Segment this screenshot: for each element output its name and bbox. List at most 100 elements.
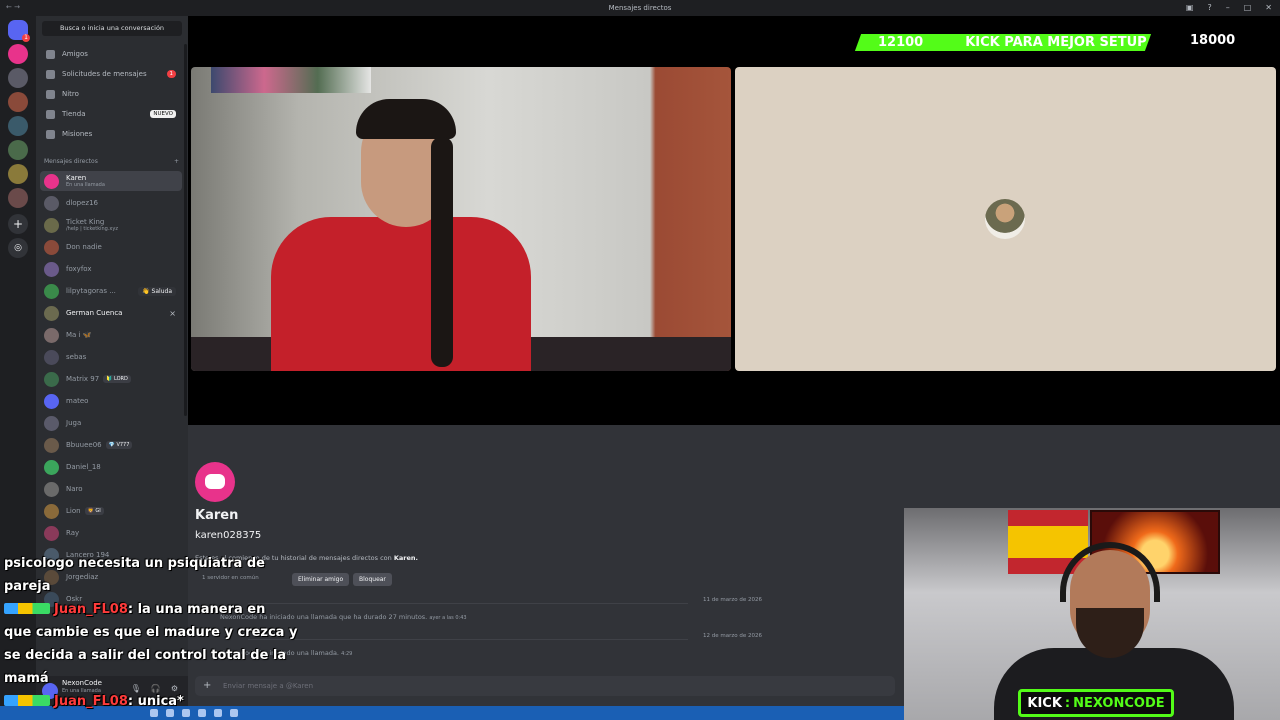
- mutual-servers[interactable]: 1 servidor en común: [202, 575, 259, 581]
- kick-goal-current: 12100: [878, 34, 924, 50]
- nitro-icon: [46, 89, 55, 99]
- user-avatar: [985, 199, 1025, 239]
- taskbar-app-icon[interactable]: [230, 709, 238, 717]
- dm-name: Matrix 97: [66, 375, 100, 383]
- guild-tag: 🔰 LORD: [103, 375, 131, 383]
- explore-icon[interactable]: ◎: [8, 238, 28, 258]
- microphone-icon[interactable]: 🎙: [131, 684, 141, 693]
- overlay-chat-line: Juan_FL08: unica*: [4, 694, 184, 709]
- chat-text: pareja: [4, 579, 51, 594]
- server-icon[interactable]: [8, 140, 28, 160]
- sidebar-scrollbar[interactable]: [184, 44, 187, 416]
- dm-item[interactable]: Naro: [40, 479, 182, 499]
- dm-item[interactable]: mateo: [40, 391, 182, 411]
- server-icon[interactable]: [8, 164, 28, 184]
- taskbar-app-icon[interactable]: [150, 709, 158, 717]
- headphones-icon[interactable]: 🎧: [151, 684, 161, 693]
- server-icon[interactable]: [8, 116, 28, 136]
- kick-channel-name: NEXONCODE: [1073, 695, 1165, 711]
- dm-item[interactable]: lilpytagoras ... 👋 Saluda: [40, 281, 182, 301]
- dm-item[interactable]: Bbuuee06 💎 V777: [40, 435, 182, 455]
- dm-name: Don nadie: [66, 243, 102, 251]
- dm-name: dlopez16: [66, 199, 99, 207]
- avatar: [44, 437, 59, 453]
- inbox-icon[interactable]: ▣: [1186, 3, 1194, 12]
- message-input[interactable]: + Enviar mensaje a @Karen: [195, 676, 895, 696]
- nav-shop[interactable]: Tienda NUEVO: [40, 105, 184, 123]
- nav-friends[interactable]: Amigos: [40, 45, 184, 63]
- remove-friend-button[interactable]: Eliminar amigo: [292, 573, 350, 586]
- overlay-chat-line: se decida a salir del control total de l…: [4, 648, 286, 663]
- dm-item[interactable]: foxyfox: [40, 259, 182, 279]
- nav-quests[interactable]: Misiones: [40, 125, 184, 143]
- chat-text: : unica*: [127, 694, 184, 709]
- profile-name: Karen: [195, 508, 239, 523]
- dm-name: sebas: [66, 353, 87, 361]
- add-dm-button[interactable]: +: [174, 158, 179, 165]
- avatar: [44, 459, 59, 475]
- kick-goal-label: KICK PARA MEJOR SETUP: [965, 34, 1147, 50]
- dm-item[interactable]: dlopez16: [40, 193, 182, 213]
- maximize-button[interactable]: □: [1244, 3, 1252, 12]
- dm-item[interactable]: Ray: [40, 523, 182, 543]
- video-tile-karen[interactable]: [191, 67, 731, 371]
- chat-text: psicologo necesita un psiquiatra de: [4, 556, 265, 571]
- dm-item[interactable]: Matrix 97 🔰 LORD: [40, 369, 182, 389]
- dm-item[interactable]: Juga: [40, 413, 182, 433]
- dm-item[interactable]: sebas: [40, 347, 182, 367]
- attach-plus-icon[interactable]: +: [203, 676, 211, 696]
- chat-text: mamá: [4, 671, 49, 686]
- user-panel-name: NexonCode: [62, 679, 102, 687]
- taskbar-app-icon[interactable]: [182, 709, 190, 717]
- close-button[interactable]: ✕: [1265, 3, 1272, 12]
- dm-status: En una llamada: [66, 182, 105, 188]
- taskbar-app-icon[interactable]: [166, 709, 174, 717]
- intro-name: Karen.: [393, 554, 418, 562]
- shop-icon: [46, 109, 55, 119]
- dm-item[interactable]: German Cuenca ×: [40, 303, 182, 323]
- window-controls: ▣ ? – □ ✕: [1186, 3, 1272, 12]
- chat-username: Juan_FL08: [54, 602, 128, 617]
- wave-button[interactable]: 👋 Saluda: [138, 286, 176, 296]
- nav-message-requests[interactable]: Solicitudes de mensajes 1: [40, 65, 184, 83]
- server-icon[interactable]: [8, 68, 28, 88]
- divider: [248, 639, 688, 640]
- settings-icon[interactable]: ⚙: [171, 684, 178, 693]
- close-dm-icon[interactable]: ×: [169, 309, 176, 318]
- dm-name: German Cuenca: [66, 309, 123, 317]
- add-server-icon[interactable]: +: [8, 214, 28, 234]
- taskbar-app-icon[interactable]: [198, 709, 206, 717]
- nav-label: Misiones: [62, 130, 93, 138]
- dm-name: Daniel_18: [66, 463, 101, 471]
- server-icon[interactable]: [8, 188, 28, 208]
- server-icon[interactable]: [8, 92, 28, 112]
- dm-item[interactable]: Ma i 🦋: [40, 325, 182, 345]
- taskbar-app-icon[interactable]: [214, 709, 222, 717]
- kick-label: KICK: [1027, 695, 1062, 711]
- video-tile-self[interactable]: [735, 67, 1276, 371]
- server-icon[interactable]: [8, 44, 28, 64]
- dm-item[interactable]: Daniel_18: [40, 457, 182, 477]
- divider: [248, 603, 688, 604]
- dm-item[interactable]: Lion 🦁 GI: [40, 501, 182, 521]
- help-icon[interactable]: ?: [1207, 3, 1211, 12]
- nav-nitro[interactable]: Nitro: [40, 85, 184, 103]
- avatar: [44, 305, 59, 321]
- dm-name: foxyfox: [66, 265, 92, 273]
- dm-item[interactable]: Karen En una llamada: [40, 171, 182, 191]
- avatar: [44, 239, 59, 255]
- nav-label: Amigos: [62, 50, 88, 58]
- nav-label: Tienda: [62, 110, 86, 118]
- back-forward-icon[interactable]: ← →: [6, 3, 20, 11]
- avatar: [44, 371, 59, 387]
- dm-item[interactable]: Ticket King/help | ticketking.xyz: [40, 215, 182, 235]
- discord-home-icon[interactable]: 1: [8, 20, 30, 42]
- kick-goal-text: 12100 KICK PARA MEJOR SETUP: [878, 33, 1168, 51]
- profile-avatar: [195, 462, 235, 502]
- guild-tag: 🦁 GI: [84, 507, 104, 515]
- dm-item[interactable]: Don nadie: [40, 237, 182, 257]
- avatar: [44, 173, 59, 189]
- block-button[interactable]: Bloquear: [353, 573, 392, 586]
- search-input[interactable]: Busca o inicia una conversación: [42, 21, 182, 36]
- minimize-button[interactable]: –: [1226, 3, 1230, 12]
